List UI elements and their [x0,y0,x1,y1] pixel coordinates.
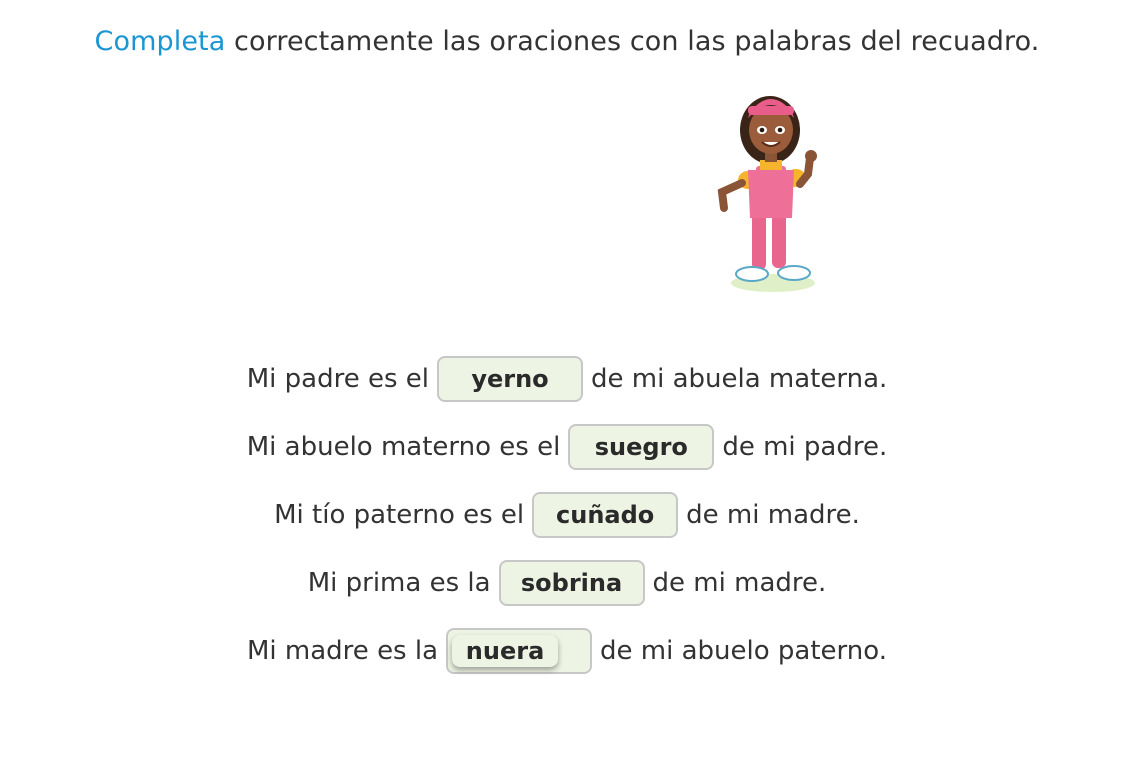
sentence-2: Mi abuelo materno es el suegro de mi pad… [0,423,1134,471]
sentence-5: Mi madre es la nuera de mi abuelo patern… [0,627,1134,675]
sentence-text-after: de mi padre. [722,432,888,462]
sentence-text-before: Mi tío paterno es el [274,500,525,530]
girl-character-icon [717,96,817,292]
answer-word-chip[interactable]: sobrina [507,567,636,599]
answer-slot-4[interactable]: sobrina [498,560,645,606]
sentence-text-after: de mi abuela materna. [591,364,888,394]
sentence-text-after: de mi madre. [652,568,827,598]
answer-slot-1[interactable]: yerno [437,356,583,402]
answer-slot-3[interactable]: cuñado [532,492,679,538]
sentence-text-after: de mi madre. [686,500,860,530]
sentence-4: Mi prima es la sobrina de mi madre. [0,559,1134,607]
sentence-3: Mi tío paterno es el cuñado de mi madre. [0,491,1134,539]
sentence-1: Mi padre es el yerno de mi abuela matern… [0,355,1134,403]
instruction-accent-word: Completa [94,26,226,57]
sentence-text-before: Mi prima es la [307,568,491,598]
answer-slot-2[interactable]: suegro [568,424,715,470]
instruction-text: Completa correctamente las oraciones con… [0,26,1134,57]
answer-slot-5[interactable]: nuera [446,628,593,674]
sentence-text-before: Mi abuelo materno es el [246,432,561,462]
instruction-rest: correctamente las oraciones con las pala… [225,26,1040,57]
sentence-text-after: de mi abuelo paterno. [600,636,887,666]
sentence-text-before: Mi madre es la [247,636,439,666]
answer-word-chip-dragging[interactable]: nuera [451,635,559,667]
answer-word-chip[interactable]: cuñado [542,499,668,531]
answer-word-chip[interactable]: yerno [457,363,562,395]
sentence-text-before: Mi padre es el [246,364,429,394]
answer-word-chip[interactable]: suegro [581,431,702,463]
